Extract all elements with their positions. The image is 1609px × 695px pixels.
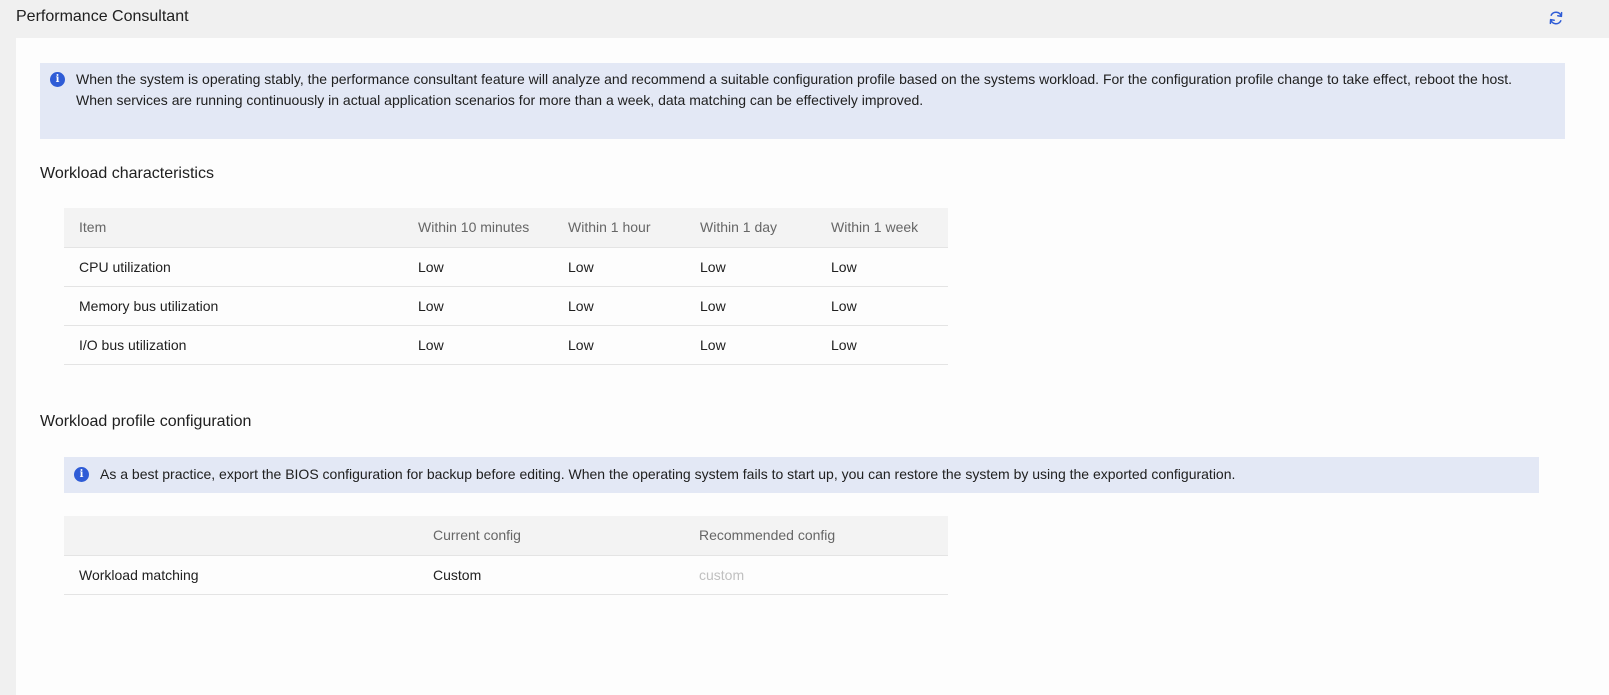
column-header-10-minutes: Within 10 minutes: [403, 208, 553, 248]
cell-item: Memory bus utilization: [64, 286, 403, 326]
column-header-1-week: Within 1 week: [816, 208, 948, 248]
cell-item: Workload matching: [64, 555, 418, 595]
info-banner-line-1: When the system is operating stably, the…: [76, 71, 1513, 87]
cell-value: Low: [816, 286, 948, 326]
column-header-empty: [64, 516, 418, 556]
section-title-workload-characteristics: Workload characteristics: [40, 165, 214, 182]
workload-characteristics-table: Item Within 10 minutes Within 1 hour Wit…: [64, 208, 948, 365]
cell-value: Low: [403, 286, 553, 326]
info-banner: i When the system is operating stably, t…: [40, 63, 1565, 139]
cell-value: Low: [553, 247, 685, 287]
cell-value: Low: [816, 247, 948, 287]
page-title: Performance Consultant: [16, 8, 189, 25]
table-row: I/O bus utilization Low Low Low Low: [64, 325, 948, 365]
cell-value: Low: [403, 325, 553, 365]
table-row: Memory bus utilization Low Low Low Low: [64, 286, 948, 326]
cell-recommended-config: custom: [684, 555, 948, 595]
cell-value: Low: [685, 325, 816, 365]
column-header-1-day: Within 1 day: [685, 208, 816, 248]
cell-value: Low: [685, 247, 816, 287]
cell-current-config: Custom: [418, 555, 684, 595]
refresh-icon[interactable]: [1548, 10, 1564, 26]
table-header-row: Item Within 10 minutes Within 1 hour Wit…: [64, 208, 948, 248]
bios-backup-banner: i As a best practice, export the BIOS co…: [64, 457, 1539, 493]
info-banner-line-2: When services are running continuously i…: [76, 92, 924, 108]
info-icon: i: [50, 72, 65, 87]
table-row: CPU utilization Low Low Low Low: [64, 247, 948, 287]
bios-backup-banner-text: As a best practice, export the BIOS conf…: [100, 466, 1236, 482]
table-row: Workload matching Custom custom: [64, 555, 948, 595]
workload-profile-table: Current config Recommended config Worklo…: [64, 516, 948, 595]
cell-value: Low: [685, 286, 816, 326]
table-header-row: Current config Recommended config: [64, 516, 948, 556]
column-header-current-config: Current config: [418, 516, 684, 556]
cell-value: Low: [553, 286, 685, 326]
cell-value: Low: [816, 325, 948, 365]
cell-value: Low: [403, 247, 553, 287]
column-header-recommended-config: Recommended config: [684, 516, 948, 556]
cell-value: Low: [553, 325, 685, 365]
info-icon: i: [74, 467, 89, 482]
cell-item: CPU utilization: [64, 247, 403, 287]
section-title-workload-profile: Workload profile configuration: [40, 413, 252, 430]
column-header-1-hour: Within 1 hour: [553, 208, 685, 248]
cell-item: I/O bus utilization: [64, 325, 403, 365]
page-header: Performance Consultant: [0, 0, 1609, 38]
content-panel: i When the system is operating stably, t…: [16, 38, 1609, 695]
column-header-item: Item: [64, 208, 403, 248]
